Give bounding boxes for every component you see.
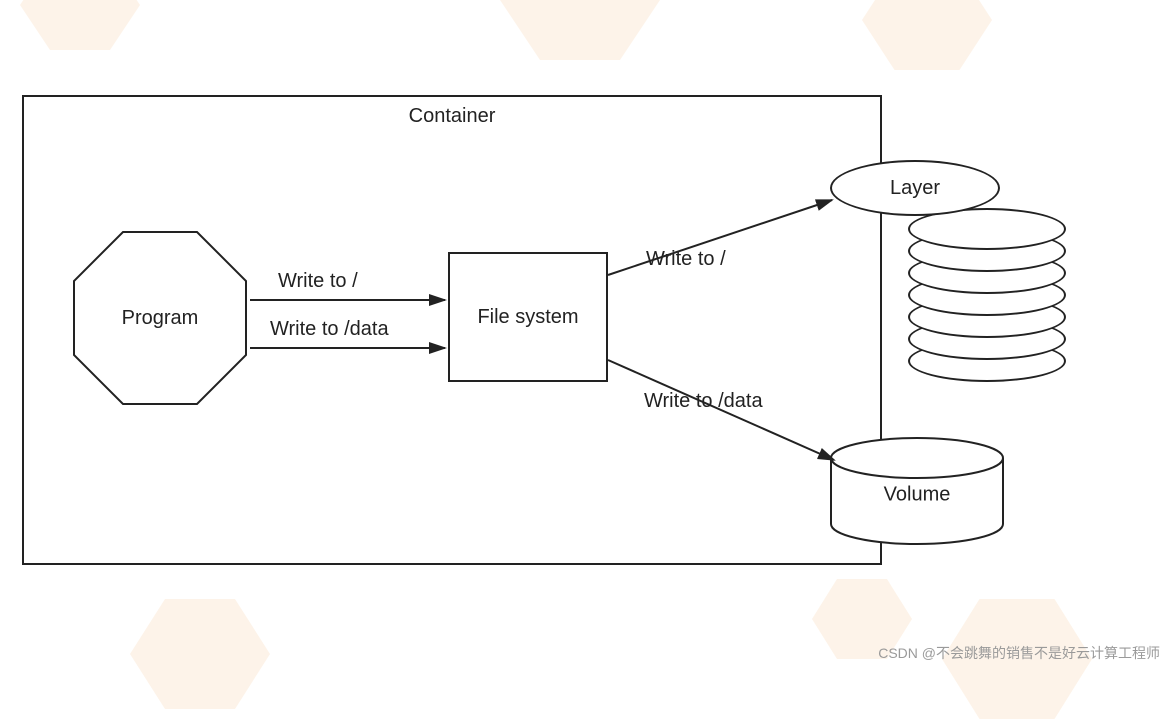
- filesystem-node: File system: [448, 252, 608, 382]
- edge-label-write-data: Write to /data: [270, 318, 389, 341]
- volume-node: Volume: [828, 436, 1006, 546]
- volume-label: Volume: [884, 484, 951, 507]
- edge-label-fs-volume: Write to /data: [644, 390, 763, 413]
- layer-node: Layer: [830, 160, 1000, 216]
- program-label: Program: [122, 307, 199, 330]
- edge-label-fs-layer: Write to /: [646, 248, 726, 271]
- edge-label-write-root: Write to /: [278, 270, 358, 293]
- watermark-text: CSDN @不会跳舞的销售不是好云计算工程师: [878, 643, 1160, 663]
- bg-hexagon: [862, 0, 992, 70]
- bg-hexagon: [130, 599, 270, 709]
- container-label: Container: [409, 105, 496, 128]
- program-node: Program: [70, 228, 250, 408]
- bg-hexagon: [20, 0, 140, 50]
- bg-hexagon: [500, 0, 660, 60]
- filesystem-label: File system: [477, 306, 578, 329]
- image-layer-stack: [908, 210, 1066, 380]
- layer-label: Layer: [890, 177, 940, 200]
